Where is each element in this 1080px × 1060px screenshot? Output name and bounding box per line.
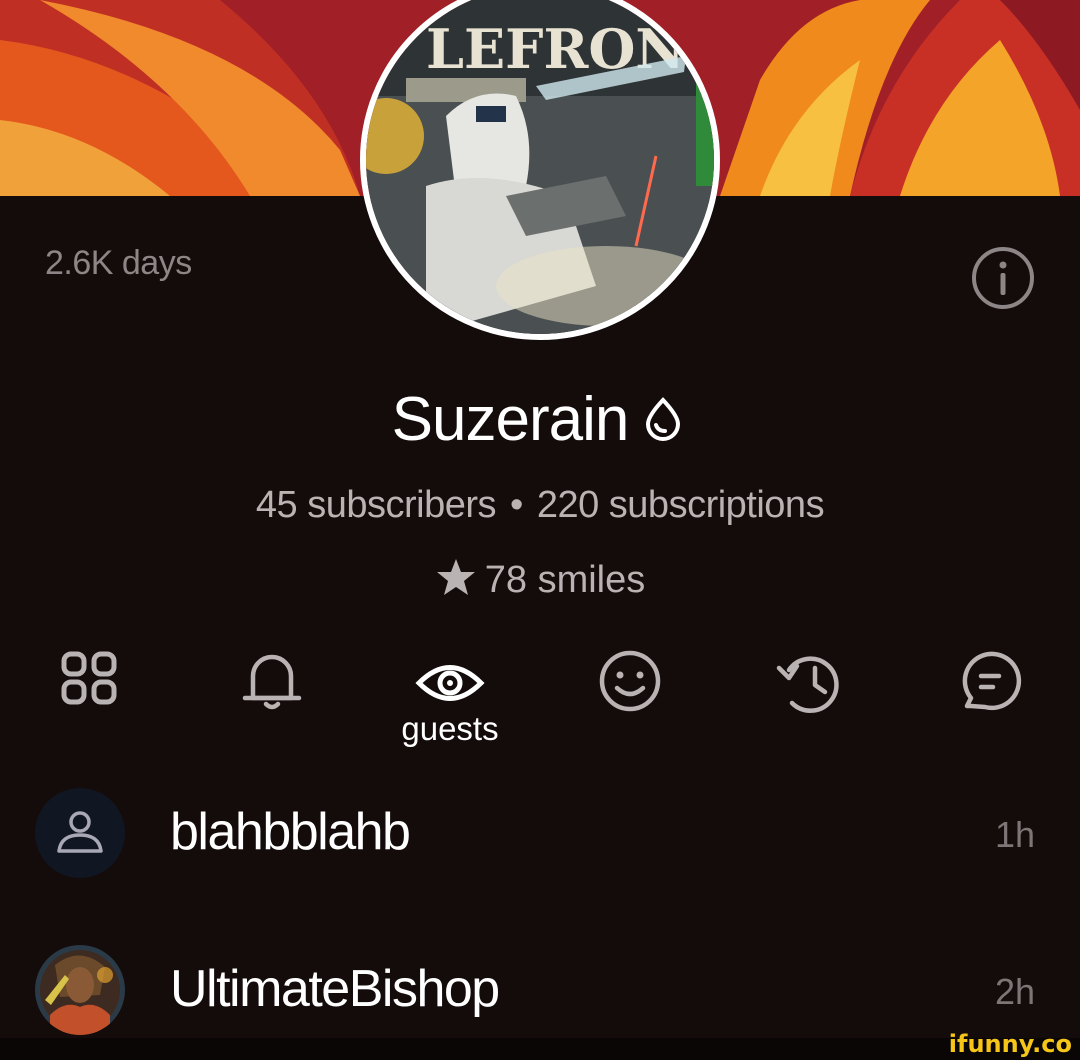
subscribers-count[interactable]: 45 subscribers [256, 484, 497, 526]
star-icon [436, 559, 475, 595]
verified-drop-icon [638, 388, 688, 459]
tab-history[interactable] [775, 648, 845, 718]
user-photo [35, 945, 125, 1035]
tab-notifications[interactable] [237, 648, 307, 718]
footer-bar [0, 1038, 1080, 1060]
history-icon [776, 656, 839, 713]
info-icon [972, 247, 1034, 309]
list-item[interactable]: UltimateBishop 2h [0, 945, 1080, 1035]
eye-icon [415, 665, 485, 701]
tab-guests-label: guests [401, 710, 499, 747]
default-user-icon [35, 788, 125, 878]
tab-comments[interactable] [955, 648, 1025, 718]
smile-icon [599, 650, 661, 712]
tab-smiles[interactable] [595, 648, 665, 718]
smiles-count: 78 smiles [484, 559, 646, 601]
tab-guests[interactable] [415, 648, 485, 718]
stats-separator: • [510, 484, 523, 526]
guest-visit-time: 2h [994, 971, 1035, 1012]
smiles-count-row: 78 smiles [0, 556, 1080, 602]
grid-icon [61, 651, 117, 705]
account-age: 2.6K days [45, 244, 192, 282]
guest-name: UltimateBishop [170, 960, 500, 1018]
guest-visit-time: 1h [994, 814, 1035, 855]
guest-name: blahbblahb [170, 803, 411, 861]
tab-posts[interactable] [55, 648, 125, 718]
bell-icon [242, 654, 302, 710]
profile-avatar[interactable]: LEFRONT [360, 0, 720, 340]
subscription-stats: 45 subscribers • 220 subscriptions [0, 484, 1080, 527]
list-item[interactable]: blahbblahb 1h [0, 788, 1080, 878]
info-button[interactable] [970, 245, 1036, 311]
watermark: ifunny.co [948, 1030, 1072, 1058]
subscriptions-count[interactable]: 220 subscriptions [537, 484, 825, 526]
profile-name-row: Suzerain [0, 384, 1080, 459]
chat-icon [962, 651, 1022, 711]
username: Suzerain [391, 385, 630, 454]
